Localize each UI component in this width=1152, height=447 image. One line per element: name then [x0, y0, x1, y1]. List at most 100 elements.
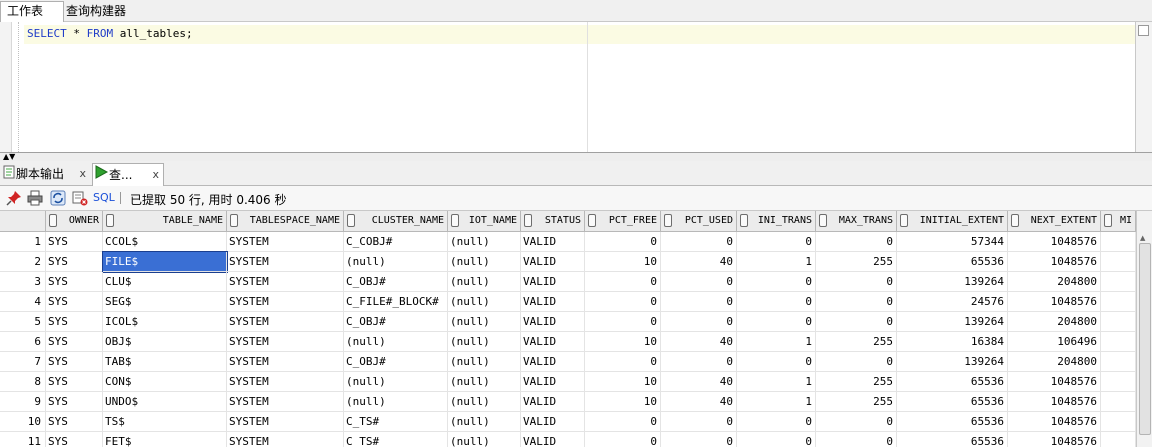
grid-cell[interactable]: 1048576 [1008, 232, 1101, 252]
grid-cell[interactable]: SYS [46, 392, 103, 412]
grid-cell[interactable]: 1 [737, 372, 816, 392]
grid-cell[interactable]: 0 [661, 292, 737, 312]
table-row[interactable]: 7 SYS TAB$ SYSTEM C_OBJ# (null) VALID 0 0 0 0 13926… [0, 352, 1136, 372]
tab-worksheet[interactable]: 工作表 [0, 1, 64, 22]
table-row[interactable]: 8 SYS CON$ SYSTEM (null) (null) VALID 10 40 1 255 6… [0, 372, 1136, 392]
column-pin-icon[interactable] [819, 214, 827, 227]
row-number[interactable]: 9 [0, 392, 46, 412]
grid-cell[interactable]: (null) [448, 412, 521, 432]
grid-cell[interactable]: 0 [816, 232, 897, 252]
grid-cell[interactable]: 1 [737, 252, 816, 272]
grid-cell[interactable]: 204800 [1008, 352, 1101, 372]
grid-cell[interactable] [1101, 272, 1136, 292]
grid-cell[interactable]: SYSTEM [227, 292, 344, 312]
grid-cell[interactable]: 40 [661, 332, 737, 352]
grid-cell[interactable]: 0 [661, 272, 737, 292]
grid-cell[interactable]: VALID [521, 252, 585, 272]
grid-cell[interactable]: 16384 [897, 332, 1008, 352]
grid-cell[interactable]: 0 [585, 232, 661, 252]
grid-cell[interactable]: OBJ$ [103, 332, 227, 352]
grid-cell[interactable]: SYSTEM [227, 332, 344, 352]
column-pin-icon[interactable] [664, 214, 672, 227]
grid-cell[interactable] [1101, 392, 1136, 412]
table-row[interactable]: 3 SYS CLU$ SYSTEM C_OBJ# (null) VALID 0 0 0 0 13926… [0, 272, 1136, 292]
sql-statement[interactable]: SELECT * FROM all_tables; [27, 27, 193, 41]
column-header[interactable]: NEXT_EXTENT [1008, 211, 1101, 231]
grid-cell[interactable]: 255 [816, 372, 897, 392]
table-row[interactable]: 1 SYS CCOL$ SYSTEM C_COBJ# (null) VALID 0 0 0 0 573… [0, 232, 1136, 252]
column-pin-icon[interactable] [740, 214, 748, 227]
grid-cell[interactable]: 0 [737, 432, 816, 447]
grid-cell[interactable] [1101, 332, 1136, 352]
grid-cell[interactable]: 0 [585, 312, 661, 332]
grid-cell[interactable]: C_OBJ# [344, 352, 448, 372]
row-number[interactable]: 3 [0, 272, 46, 292]
row-number[interactable]: 8 [0, 372, 46, 392]
grid-cell[interactable]: UNDO$ [103, 392, 227, 412]
grid-cell[interactable]: C_FILE#_BLOCK# [344, 292, 448, 312]
row-number[interactable]: 2 [0, 252, 46, 272]
grid-cell[interactable]: 40 [661, 392, 737, 412]
grid-cell[interactable]: 65536 [897, 432, 1008, 447]
grid-cell[interactable]: C_COBJ# [344, 232, 448, 252]
grid-cell[interactable]: SYS [46, 312, 103, 332]
grid-cell[interactable]: 1048576 [1008, 372, 1101, 392]
grid-cell[interactable]: SYS [46, 292, 103, 312]
grid-cell[interactable]: 40 [661, 252, 737, 272]
column-pin-icon[interactable] [106, 214, 114, 227]
grid-cell[interactable]: VALID [521, 272, 585, 292]
grid-cell[interactable]: SYS [46, 412, 103, 432]
grid-cell[interactable]: C_OBJ# [344, 312, 448, 332]
column-header[interactable]: TABLESPACE_NAME [227, 211, 344, 231]
grid-cell[interactable]: 65536 [897, 392, 1008, 412]
grid-cell[interactable] [1101, 312, 1136, 332]
row-number[interactable]: 7 [0, 352, 46, 372]
column-header[interactable]: OWNER [46, 211, 103, 231]
grid-cell[interactable]: FILE$ [102, 251, 228, 273]
grid-cell[interactable]: ICOL$ [103, 312, 227, 332]
column-pin-icon[interactable] [230, 214, 238, 227]
grid-cell[interactable]: FET$ [103, 432, 227, 447]
grid-cell[interactable]: 139264 [897, 272, 1008, 292]
grid-cell[interactable]: 255 [816, 392, 897, 412]
grid-cell[interactable]: 0 [585, 352, 661, 372]
grid-cell[interactable]: (null) [448, 372, 521, 392]
close-icon[interactable]: x [152, 164, 159, 186]
grid-cell[interactable] [1101, 252, 1136, 272]
grid-cell[interactable]: C_OBJ# [344, 272, 448, 292]
grid-cell[interactable]: SYSTEM [227, 272, 344, 292]
grid-cell[interactable]: VALID [521, 332, 585, 352]
grid-cell[interactable]: VALID [521, 372, 585, 392]
column-header[interactable]: PCT_USED [661, 211, 737, 231]
column-pin-icon[interactable] [347, 214, 355, 227]
grid-cell[interactable]: C_TS# [344, 412, 448, 432]
grid-cell[interactable]: 0 [737, 312, 816, 332]
grid-cell[interactable]: SYSTEM [227, 392, 344, 412]
grid-cell[interactable]: 0 [737, 272, 816, 292]
grid-cell[interactable]: SYS [46, 432, 103, 447]
table-row[interactable]: 6 SYS OBJ$ SYSTEM (null) (null) VALID 10 40 1 255 1… [0, 332, 1136, 352]
grid-cell[interactable]: 0 [816, 432, 897, 447]
grid-cell[interactable]: 10 [585, 332, 661, 352]
grid-cell[interactable]: 1048576 [1008, 432, 1101, 447]
column-pin-icon[interactable] [900, 214, 908, 227]
grid-cell[interactable]: C_TS# [344, 432, 448, 447]
grid-cell[interactable]: 0 [661, 352, 737, 372]
grid-cell[interactable]: VALID [521, 412, 585, 432]
grid-cell[interactable]: VALID [521, 432, 585, 447]
grid-cell[interactable]: SYSTEM [227, 412, 344, 432]
row-number[interactable]: 6 [0, 332, 46, 352]
refresh-icon[interactable] [50, 190, 66, 206]
column-header[interactable]: CLUSTER_NAME [344, 211, 448, 231]
scroll-up-arrow-icon[interactable]: ▲ [1140, 235, 1145, 242]
column-header[interactable]: INI_TRANS [737, 211, 816, 231]
grid-cell[interactable]: SYSTEM [227, 352, 344, 372]
grid-cell[interactable]: 10 [585, 372, 661, 392]
editor-ruler-box[interactable] [1138, 25, 1149, 36]
grid-cell[interactable]: SYSTEM [227, 432, 344, 447]
table-row[interactable]: 11 SYS FET$ SYSTEM C_TS# (null) VALID 0 0 0 0 65536… [0, 432, 1136, 447]
grid-cell[interactable]: (null) [448, 332, 521, 352]
grid-cell[interactable]: VALID [521, 312, 585, 332]
column-header[interactable]: STATUS [521, 211, 585, 231]
grid-cell[interactable]: 1048576 [1008, 412, 1101, 432]
